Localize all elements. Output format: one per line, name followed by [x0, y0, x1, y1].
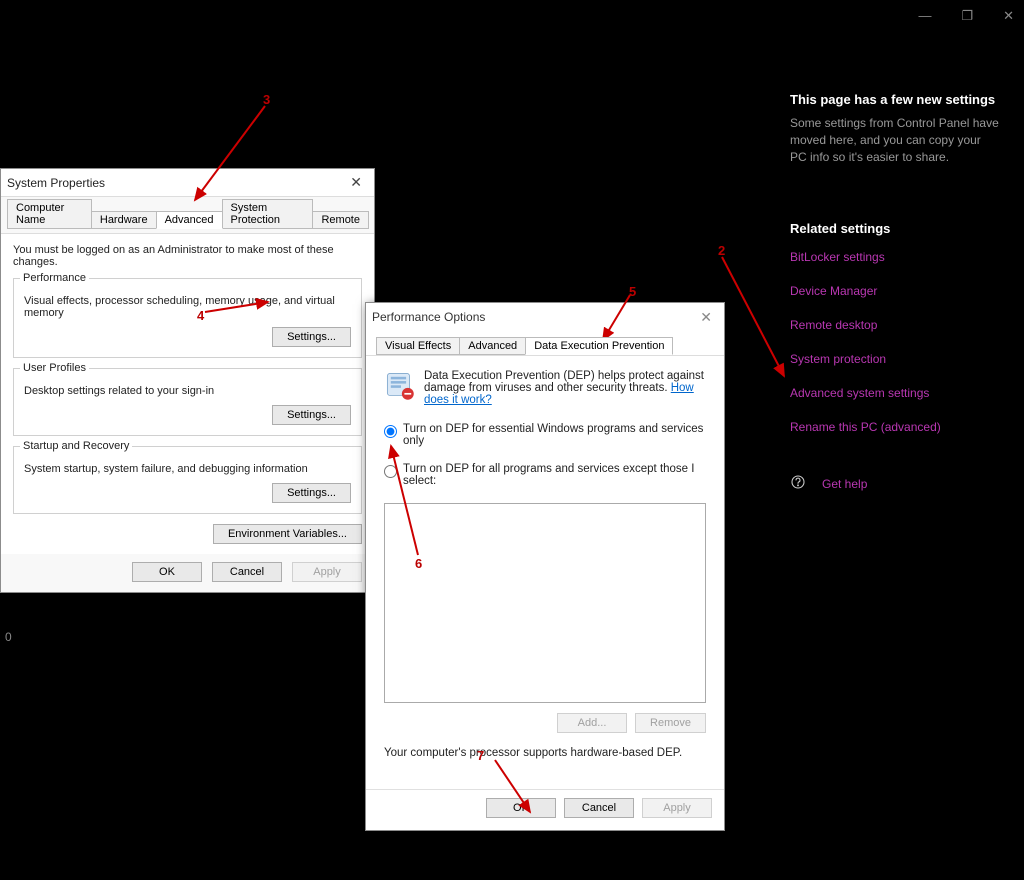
dep-intro-text: Data Execution Prevention (DEP) helps pr…: [424, 370, 704, 394]
tab-visual-effects[interactable]: Visual Effects: [376, 337, 460, 355]
dialog-title: Performance Options: [372, 310, 694, 324]
related-settings-panel: This page has a few new settings Some se…: [790, 92, 1000, 494]
apply-button[interactable]: Apply: [292, 562, 362, 582]
maximize-button[interactable]: ❐: [961, 8, 973, 24]
dep-shield-icon: [384, 370, 424, 407]
startup-recovery-group: Startup and Recovery System startup, sys…: [13, 446, 362, 514]
cancel-button[interactable]: Cancel: [564, 798, 634, 818]
minimize-button[interactable]: —: [918, 8, 931, 24]
performance-settings-button[interactable]: Settings...: [272, 327, 351, 347]
system-properties-dialog: System Properties ✕ Computer Name Hardwa…: [0, 168, 375, 593]
close-button[interactable]: ✕: [1003, 8, 1014, 24]
window-caption-buttons: — ❐ ✕: [918, 8, 1014, 24]
page-heading: This page has a few new settings: [790, 92, 1000, 107]
apply-button[interactable]: Apply: [642, 798, 712, 818]
close-icon[interactable]: ✕: [344, 174, 368, 191]
related-settings-title: Related settings: [790, 221, 1000, 236]
page-description: Some settings from Control Panel have mo…: [790, 115, 1000, 165]
startup-settings-button[interactable]: Settings...: [272, 483, 351, 503]
cancel-button[interactable]: Cancel: [212, 562, 282, 582]
annotation-3: 3: [263, 92, 270, 107]
system-properties-tabs: Computer Name Hardware Advanced System P…: [1, 197, 374, 229]
tab-remote[interactable]: Remote: [312, 211, 369, 229]
link-advanced-system-settings[interactable]: Advanced system settings: [790, 386, 1000, 400]
link-device-manager[interactable]: Device Manager: [790, 284, 1000, 298]
dialog-title: System Properties: [7, 176, 344, 190]
link-system-protection[interactable]: System protection: [790, 352, 1000, 366]
ok-button[interactable]: OK: [132, 562, 202, 582]
link-remote-desktop[interactable]: Remote desktop: [790, 318, 1000, 332]
radio-dep-all[interactable]: [384, 465, 397, 478]
dep-exceptions-listbox[interactable]: [384, 503, 706, 703]
group-legend: Startup and Recovery: [20, 440, 132, 452]
tab-system-protection[interactable]: System Protection: [222, 199, 314, 229]
performance-options-dialog: Performance Options ✕ Visual Effects Adv…: [365, 302, 725, 831]
tab-hardware[interactable]: Hardware: [91, 211, 157, 229]
add-button[interactable]: Add...: [557, 713, 627, 733]
tab-dep[interactable]: Data Execution Prevention: [525, 337, 673, 355]
dep-support-note: Your computer's processor supports hardw…: [384, 747, 706, 759]
chat-help-icon: [790, 474, 806, 494]
tab-computer-name[interactable]: Computer Name: [7, 199, 92, 229]
close-icon[interactable]: ✕: [694, 309, 718, 326]
annotation-2: 2: [718, 243, 725, 258]
tab-advanced[interactable]: Advanced: [156, 211, 223, 229]
group-legend: Performance: [20, 272, 89, 284]
remove-button[interactable]: Remove: [635, 713, 706, 733]
user-profiles-group: User Profiles Desktop settings related t…: [13, 368, 362, 436]
link-rename-pc[interactable]: Rename this PC (advanced): [790, 420, 1000, 434]
radio-dep-essential[interactable]: [384, 425, 397, 438]
group-legend: User Profiles: [20, 362, 89, 374]
radio-label: Turn on DEP for all programs and service…: [403, 463, 706, 487]
admin-note: You must be logged on as an Administrato…: [13, 244, 362, 268]
link-get-help[interactable]: Get help: [822, 477, 867, 491]
group-description: Visual effects, processor scheduling, me…: [24, 295, 351, 319]
group-description: Desktop settings related to your sign-in: [24, 385, 351, 397]
group-description: System startup, system failure, and debu…: [24, 463, 351, 475]
annotation-5: 5: [629, 284, 636, 299]
tab-advanced[interactable]: Advanced: [459, 337, 526, 355]
radio-label: Turn on DEP for essential Windows progra…: [403, 423, 706, 447]
stray-text: 0: [5, 630, 12, 644]
environment-variables-button[interactable]: Environment Variables...: [213, 524, 362, 544]
link-bitlocker[interactable]: BitLocker settings: [790, 250, 1000, 264]
performance-options-tabs: Visual Effects Advanced Data Execution P…: [366, 331, 724, 355]
ok-button[interactable]: OK: [486, 798, 556, 818]
user-profiles-settings-button[interactable]: Settings...: [272, 405, 351, 425]
performance-group: Performance Visual effects, processor sc…: [13, 278, 362, 358]
